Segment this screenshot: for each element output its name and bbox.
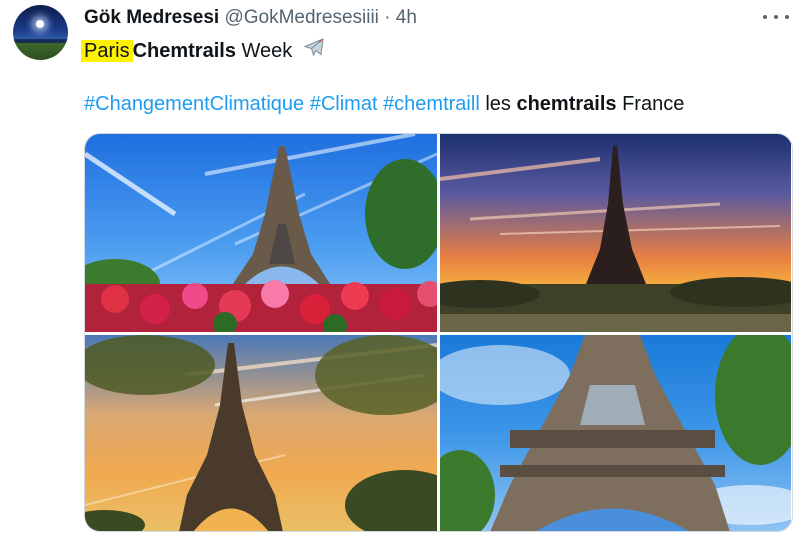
tweet-header: Gök Medresesi @GokMedresesiiii · 4h [84,6,417,30]
tweet-text-line2: #ChangementClimatique #Climat #chemtrail… [84,91,684,117]
photo-3[interactable] [85,335,437,531]
separator-dot: · [384,7,391,28]
eiffel-from-below-image [440,335,791,531]
bold-word: Chemtrails [132,40,236,62]
tweet-text-line1: Paris Chemtrails Week [81,36,326,67]
eiffel-golden-sky-image [85,335,437,531]
hashtag-link[interactable]: #ChangementClimatique [84,93,304,115]
week-word: Week [241,40,293,62]
hashtag-link[interactable]: #chemtraill [383,93,480,115]
word-les: les [485,93,511,115]
eiffel-flowers-image [85,134,437,332]
avatar-horizon [13,39,68,43]
avatar-star [36,20,44,28]
user-handle[interactable]: @GokMedresesiiii [224,7,378,28]
more-dot [774,15,778,19]
more-dot [763,15,767,19]
tweet-card[interactable]: Gök Medresesi @GokMedresesiiii · 4h Pari… [0,0,807,538]
photo-4[interactable] [440,335,791,531]
photo-2[interactable] [440,134,791,332]
media-grid [84,133,793,532]
highlighted-word: Paris [81,40,133,62]
display-name[interactable]: Gök Medresesi [84,7,219,28]
eiffel-sunset-image [440,146,791,332]
airplane-icon [302,36,326,67]
word-france: France [622,93,685,115]
photo-1[interactable] [85,134,437,332]
bold-chemtrails: chemtrails [516,93,617,115]
timestamp[interactable]: 4h [396,7,417,28]
more-dot [785,15,789,19]
more-options-icon[interactable] [763,8,789,26]
avatar[interactable] [13,5,68,60]
hashtag-link[interactable]: #Climat [310,93,378,115]
